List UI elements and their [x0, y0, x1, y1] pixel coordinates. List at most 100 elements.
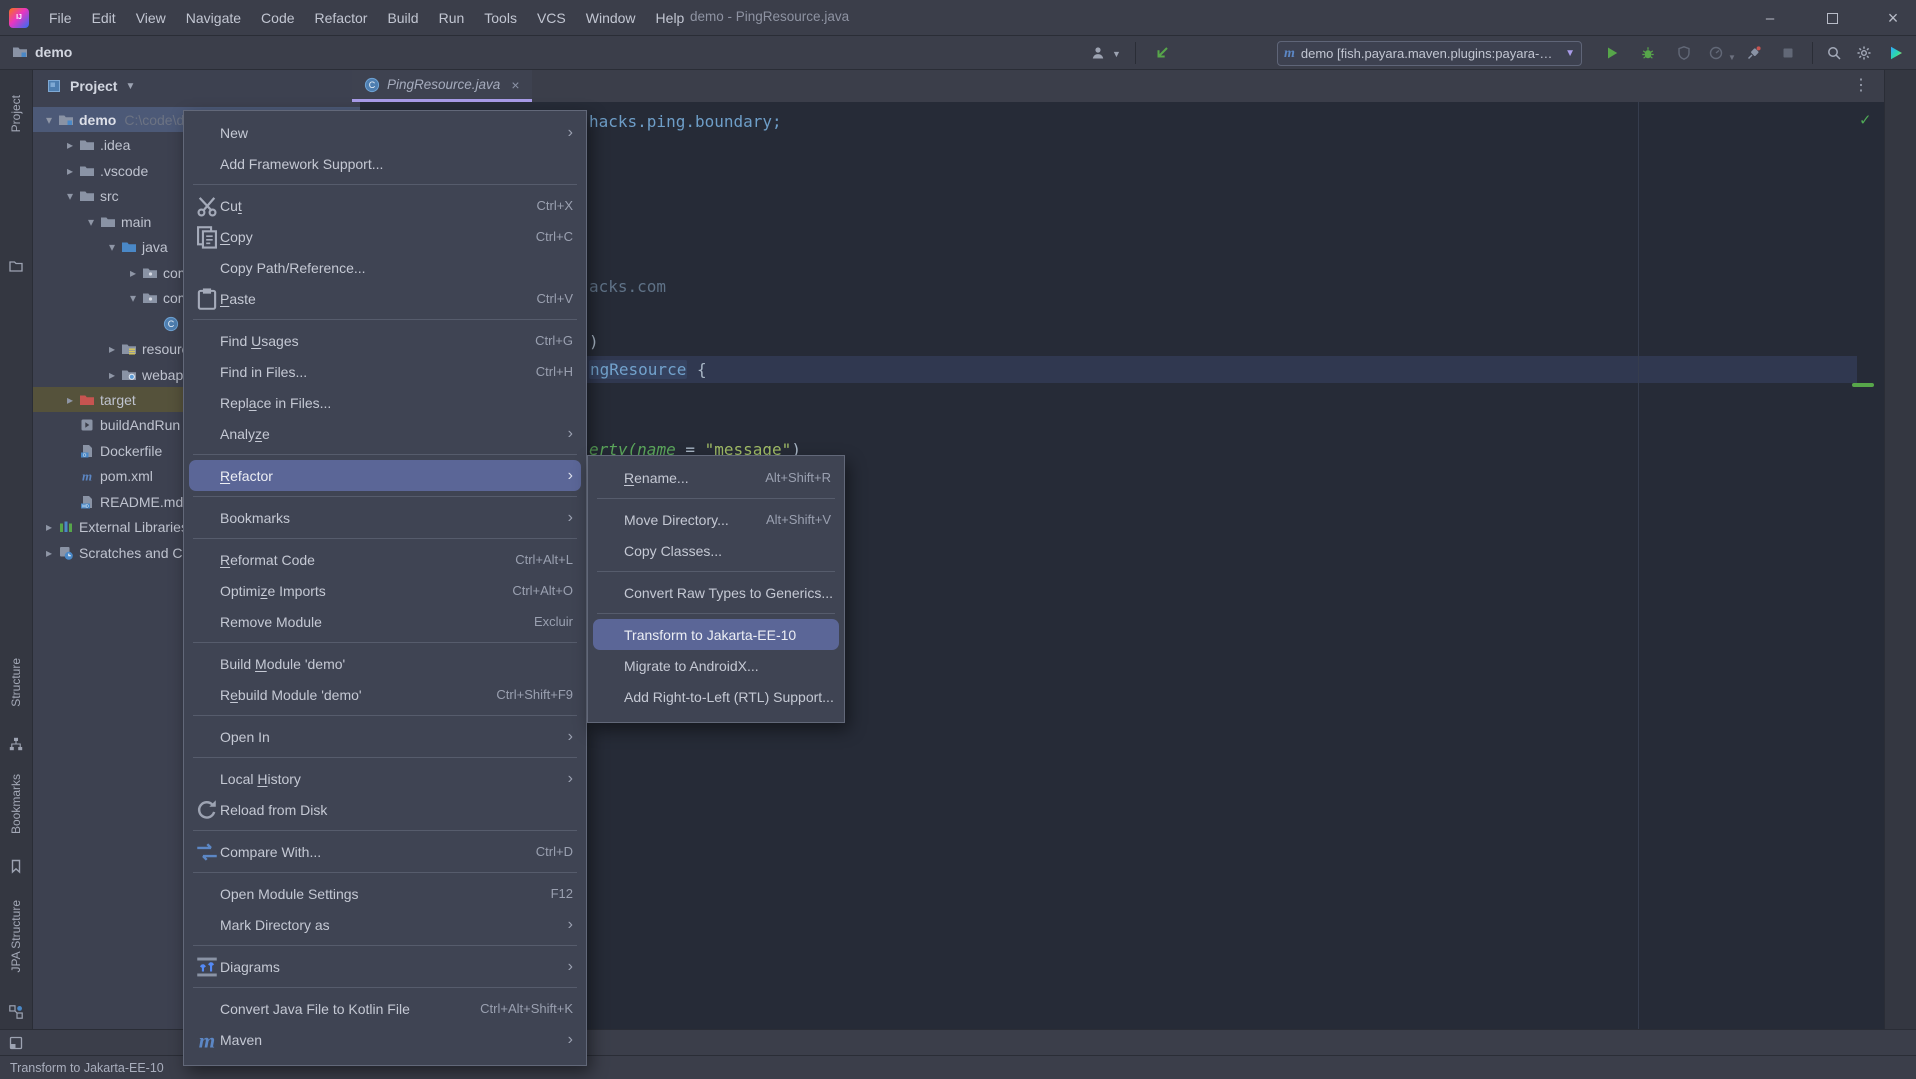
menu-item-reformat-code[interactable]: Reformat CodeCtrl+Alt+L	[184, 544, 586, 575]
menu-item-compare-with[interactable]: Compare With...Ctrl+D	[184, 836, 586, 867]
tool-window-button-bookmarks[interactable]: Bookmarks	[9, 774, 23, 834]
chevron-closed-icon[interactable]: ▸	[63, 393, 77, 407]
menu-item-convert-java-file-to-kotlin-file[interactable]: Convert Java File to Kotlin FileCtrl+Alt…	[184, 993, 586, 1024]
menu-item-add-right-to-left-rtl-support[interactable]: Add Right-to-Left (RTL) Support...	[588, 681, 844, 712]
menu-item-paste[interactable]: PasteCtrl+V	[184, 283, 586, 314]
menu-item-analyze[interactable]: Analyze›	[184, 418, 586, 449]
menu-item-find-in-files[interactable]: Find in Files...Ctrl+H	[184, 356, 586, 387]
menubar-run[interactable]: Run	[429, 6, 475, 30]
menubar-code[interactable]: Code	[251, 6, 304, 30]
attach-debugger-icon[interactable]	[1746, 45, 1762, 61]
menubar-help[interactable]: Help	[646, 6, 695, 30]
menu-item-move-directory[interactable]: Move Directory...Alt+Shift+V	[588, 504, 844, 535]
menu-item-cut[interactable]: CutCtrl+X	[184, 190, 586, 221]
menu-item-reload-from-disk[interactable]: Reload from Disk	[184, 794, 586, 825]
menu-item-find-usages[interactable]: Find UsagesCtrl+G	[184, 325, 586, 356]
menu-item-optimize-imports[interactable]: Optimize ImportsCtrl+Alt+O	[184, 575, 586, 606]
svg-text:MD: MD	[82, 503, 89, 508]
tool-window-button-jpa-structure[interactable]: JPA Structure	[9, 900, 23, 972]
run-button-icon[interactable]	[1604, 45, 1620, 61]
menu-item-new[interactable]: New›	[184, 117, 586, 148]
menubar-navigate[interactable]: Navigate	[176, 6, 251, 30]
menu-item-refactor[interactable]: Refactor›	[189, 460, 581, 491]
menu-item-rebuild-module-demo[interactable]: Rebuild Module 'demo'Ctrl+Shift+F9	[184, 679, 586, 710]
run-configuration-select[interactable]: m demo [fish.payara.maven.plugins:payara…	[1277, 41, 1582, 66]
bookmark-icon[interactable]	[8, 858, 24, 874]
menu-item-bookmarks[interactable]: Bookmarks›	[184, 502, 586, 533]
menu-item-remove-module[interactable]: Remove ModuleExcluir	[184, 606, 586, 637]
menu-item-copy[interactable]: CopyCtrl+C	[184, 221, 586, 252]
menubar-tools[interactable]: Tools	[474, 6, 527, 30]
project-panel-header[interactable]: Project ▼	[46, 78, 135, 94]
profile-chevron-down-icon[interactable]: ▼	[1112, 49, 1121, 59]
close-button[interactable]: ×	[1870, 0, 1916, 36]
chevron-closed-icon[interactable]: ▸	[126, 266, 140, 280]
minimize-button[interactable]: –	[1747, 0, 1793, 36]
menubar-build[interactable]: Build	[377, 6, 428, 30]
chevron-closed-icon[interactable]: ▸	[42, 546, 56, 560]
menu-item-mark-directory-as[interactable]: Mark Directory as›	[184, 909, 586, 940]
menu-item-copy-path-reference[interactable]: Copy Path/Reference...	[184, 252, 586, 283]
jpa-icon[interactable]	[8, 1004, 24, 1020]
menubar-edit[interactable]: Edit	[82, 6, 126, 30]
menu-separator	[193, 184, 577, 185]
chevron-open-icon[interactable]: ▾	[126, 291, 140, 305]
chevron-closed-icon[interactable]: ▸	[105, 342, 119, 356]
run-with-coverage-button-icon[interactable]	[1676, 45, 1692, 61]
menu-item-transform-to-jakarta-ee-10[interactable]: Transform to Jakarta-EE-10	[593, 619, 839, 650]
toolbar-separator	[1135, 42, 1136, 64]
plugin-logo-icon[interactable]	[1888, 45, 1904, 61]
chevron-closed-icon[interactable]: ▸	[42, 520, 56, 534]
menubar-view[interactable]: View	[126, 6, 176, 30]
submenu-chevron-right-icon: ›	[568, 771, 573, 787]
menu-separator	[193, 715, 577, 716]
tool-window-button-structure[interactable]: Structure	[9, 658, 23, 707]
profiler-chevron-down-icon[interactable]: ▼	[1728, 53, 1736, 62]
chevron-open-icon[interactable]: ▾	[63, 189, 77, 203]
file-docker-icon: D	[79, 443, 95, 459]
tab-pingresource[interactable]: C PingResource.java ×	[352, 70, 532, 102]
vcs-update-icon[interactable]	[1154, 45, 1170, 61]
menu-separator	[193, 496, 577, 497]
chevron-open-icon[interactable]: ▾	[42, 113, 56, 127]
menu-item-add-framework-support[interactable]: Add Framework Support...	[184, 148, 586, 179]
chevron-closed-icon[interactable]: ▸	[63, 138, 77, 152]
tool-window-button-project[interactable]: Project	[9, 95, 23, 132]
menubar-window[interactable]: Window	[576, 6, 646, 30]
chevron-open-icon[interactable]: ▾	[105, 240, 119, 254]
tool-window-switcher-icon[interactable]	[8, 1030, 24, 1056]
profile-icon[interactable]	[1090, 45, 1106, 61]
debug-button-icon[interactable]	[1640, 45, 1656, 61]
project-folder-icon[interactable]	[8, 258, 24, 274]
folder-icon	[79, 163, 95, 179]
chevron-closed-icon[interactable]: ▸	[63, 164, 77, 178]
settings-gear-icon[interactable]	[1856, 45, 1872, 61]
menu-item-copy-classes[interactable]: Copy Classes...	[588, 535, 844, 566]
menu-item-migrate-to-androidx[interactable]: Migrate to AndroidX...	[588, 650, 844, 681]
code-fragment: )	[589, 332, 599, 352]
menu-separator	[193, 538, 577, 539]
menu-item-local-history[interactable]: Local History›	[184, 763, 586, 794]
menu-item-open-in[interactable]: Open In›	[184, 721, 586, 752]
menu-item-rename[interactable]: Rename...Alt+Shift+R	[588, 462, 844, 493]
stop-button-icon[interactable]	[1780, 45, 1796, 61]
tab-close-icon[interactable]: ×	[511, 77, 519, 93]
menubar-file[interactable]: File	[39, 6, 82, 30]
editor-options-kebab-icon[interactable]: ⋮	[1853, 75, 1870, 95]
menu-item-build-module-demo[interactable]: Build Module 'demo'	[184, 648, 586, 679]
menu-item-convert-raw-types-to-generics[interactable]: Convert Raw Types to Generics...	[588, 577, 844, 608]
chevron-open-icon[interactable]: ▾	[84, 215, 98, 229]
inspections-ok-icon[interactable]: ✓	[1860, 110, 1870, 130]
structure-icon[interactable]	[8, 736, 24, 752]
profiler-button-icon[interactable]	[1708, 45, 1724, 61]
menu-item-open-module-settings[interactable]: Open Module SettingsF12	[184, 878, 586, 909]
search-everywhere-icon[interactable]	[1826, 45, 1842, 61]
chevron-closed-icon[interactable]: ▸	[105, 368, 119, 382]
maximize-button[interactable]	[1809, 0, 1855, 36]
menubar-vcs[interactable]: VCS	[527, 6, 576, 30]
toolbar-project-widget[interactable]: demo	[12, 44, 72, 60]
menu-item-diagrams[interactable]: Diagrams›	[184, 951, 586, 982]
menubar-refactor[interactable]: Refactor	[305, 6, 378, 30]
menu-item-maven[interactable]: mMaven›	[184, 1024, 586, 1055]
menu-item-replace-in-files[interactable]: Replace in Files...	[184, 387, 586, 418]
